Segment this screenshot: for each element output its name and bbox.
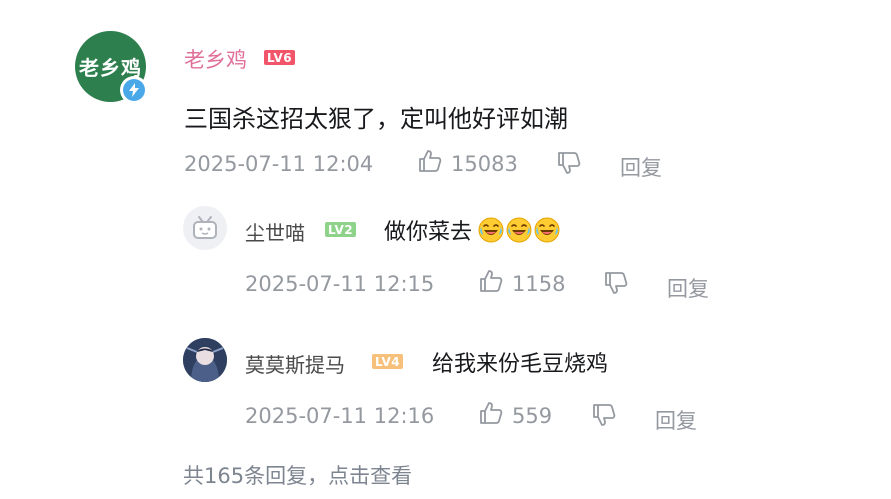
like-count: 15083 [451, 151, 518, 176]
reply-button[interactable]: 回复 [667, 273, 709, 303]
thumbs-up-icon [478, 268, 504, 299]
timestamp: 2025-07-11 12:04 [184, 152, 374, 176]
level-badge: LV4 [372, 354, 404, 369]
view-more-replies-link[interactable]: 共165条回复，点击查看 [183, 460, 412, 490]
thumbs-down-icon [603, 270, 629, 300]
verified-lightning-icon [123, 79, 145, 101]
dislike-button[interactable] [591, 402, 617, 432]
like-count: 559 [512, 403, 553, 428]
reply-button[interactable]: 回复 [655, 405, 697, 435]
comment-text: 三国杀这招太狠了，定叫他好评如潮 [184, 105, 568, 133]
anime-character-avatar-icon [183, 338, 227, 382]
reply-username[interactable]: 莫莫斯提马 [245, 349, 345, 378]
dislike-button[interactable] [603, 270, 629, 300]
timestamp: 2025-07-11 12:16 [245, 404, 435, 428]
avatar[interactable] [183, 206, 227, 250]
timestamp: 2025-07-11 12:15 [245, 272, 435, 296]
avatar[interactable] [183, 338, 227, 382]
laughing-crying-emoji [506, 217, 532, 243]
like-button[interactable]: 15083 [417, 148, 518, 179]
like-button[interactable]: 559 [478, 400, 552, 431]
level-badge: LV6 [264, 50, 296, 65]
level-badge: LV2 [325, 222, 357, 237]
reply-button[interactable]: 回复 [620, 152, 662, 182]
tv-mascot-icon [193, 216, 217, 239]
laughing-crying-emoji [478, 217, 504, 243]
laughing-crying-emoji [534, 217, 560, 243]
username[interactable]: 老乡鸡 [184, 44, 247, 74]
reply-content: 做你菜去 [384, 214, 560, 246]
thumbs-down-icon [591, 402, 617, 432]
like-count: 1158 [512, 271, 566, 296]
reply-username[interactable]: 尘世喵 [245, 217, 305, 246]
thumbs-up-icon [417, 148, 443, 179]
emoji-row [476, 217, 560, 243]
thumbs-down-icon [556, 150, 582, 180]
verified-badge [120, 76, 148, 104]
reply-text: 做你菜去 [384, 220, 473, 245]
like-button[interactable]: 1158 [478, 268, 565, 299]
dislike-button[interactable] [556, 150, 582, 180]
thumbs-up-icon [478, 400, 504, 431]
reply-text: 给我来份毛豆烧鸡 [432, 352, 609, 377]
